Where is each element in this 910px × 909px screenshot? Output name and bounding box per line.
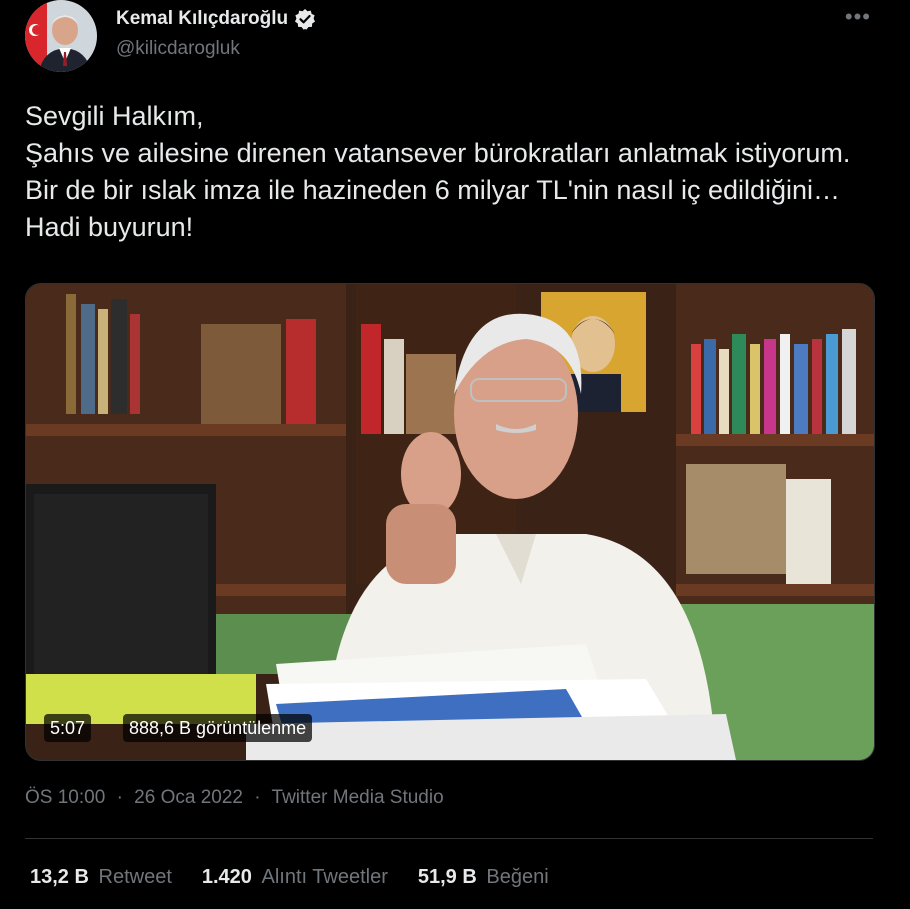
meta-separator: · — [116, 787, 123, 808]
more-options-icon[interactable]: ••• — [845, 4, 871, 30]
meta-separator: · — [254, 787, 261, 808]
video-player[interactable]: 5:07 888,6 B görüntülenme — [25, 283, 875, 761]
verified-badge-icon — [294, 8, 316, 30]
quotes-label: Alıntı Tweetler — [261, 866, 388, 888]
likes-stat[interactable]: 51,9 B Beğeni — [418, 866, 549, 889]
tweet-source[interactable]: Twitter Media Studio — [272, 787, 444, 808]
quotes-count: 1.420 — [201, 866, 252, 888]
tweet-time[interactable]: ÖS 10:00 — [25, 787, 105, 808]
author-handle[interactable]: @kilicdarogluk — [116, 38, 240, 60]
tweet-metadata: ÖS 10:00 · 26 Oca 2022 · Twitter Media S… — [25, 787, 444, 809]
author-name-row[interactable]: Kemal Kılıçdaroğlu — [116, 8, 316, 30]
tweet-date[interactable]: 26 Oca 2022 — [134, 787, 243, 808]
quotes-stat[interactable]: 1.420 Alıntı Tweetler — [202, 866, 388, 889]
tweet-text: Sevgili Halkım, Şahıs ve ailesine direne… — [25, 101, 851, 242]
author-name[interactable]: Kemal Kılıçdaroğlu — [116, 8, 288, 30]
likes-label: Beğeni — [486, 866, 549, 888]
tweet-header: Kemal Kılıçdaroğlu @kilicdarogluk ••• — [25, 0, 885, 80]
retweets-count: 13,2 B — [30, 866, 89, 888]
divider — [25, 838, 873, 839]
video-view-count: 888,6 B görüntülenme — [123, 714, 313, 742]
avatar[interactable] — [25, 0, 97, 72]
likes-count: 51,9 B — [417, 866, 477, 888]
retweets-stat[interactable]: 13,2 B Retweet — [30, 866, 172, 889]
retweets-label: Retweet — [98, 866, 172, 888]
video-thumbnail — [26, 284, 874, 760]
avatar-image — [25, 0, 97, 72]
tweet-stats: 13,2 B Retweet 1.420 Alıntı Tweetler 51,… — [30, 866, 549, 889]
video-duration: 5:07 — [44, 714, 92, 742]
